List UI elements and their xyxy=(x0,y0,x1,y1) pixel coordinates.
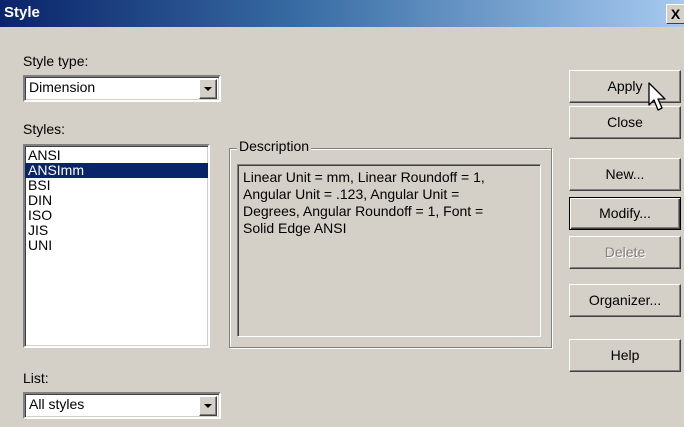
description-line: Degrees, Angular Roundoff = 1, Font = xyxy=(243,203,484,219)
close-button[interactable]: Close xyxy=(569,106,681,139)
style-type-value: Dimension xyxy=(29,79,96,95)
organizer-button[interactable]: Organizer... xyxy=(569,284,681,317)
list-filter-value: All styles xyxy=(29,396,85,412)
description-text: Linear Unit = mm, Linear Roundoff = 1, A… xyxy=(237,164,541,337)
styles-list[interactable]: ANSI ANSImm BSI DIN ISO JIS UNI xyxy=(23,144,210,348)
list-item[interactable]: JIS xyxy=(25,223,208,238)
list-filter-select[interactable]: All styles xyxy=(23,392,221,419)
list-item[interactable]: ANSI xyxy=(25,148,208,163)
style-type-label: Style type: xyxy=(23,53,89,69)
title-bar[interactable]: Style X xyxy=(0,0,684,27)
new-button[interactable]: New... xyxy=(569,158,681,191)
list-item[interactable]: BSI xyxy=(25,178,208,193)
list-item[interactable]: UNI xyxy=(25,238,208,253)
list-item[interactable]: DIN xyxy=(25,193,208,208)
list-item[interactable]: ISO xyxy=(25,208,208,223)
description-title: Description xyxy=(237,138,312,154)
description-line: Solid Edge ANSI xyxy=(243,220,347,236)
style-type-select[interactable]: Dimension xyxy=(23,75,221,102)
chevron-down-icon[interactable] xyxy=(199,396,217,416)
list-label: List: xyxy=(23,370,49,386)
list-item-selected[interactable]: ANSImm xyxy=(25,163,208,178)
description-line: Angular Unit = .123, Angular Unit = xyxy=(243,186,460,202)
delete-button[interactable]: Delete xyxy=(569,236,681,269)
help-button[interactable]: Help xyxy=(569,339,681,372)
apply-button[interactable]: Apply xyxy=(569,70,681,103)
style-dialog: Style X Style type: Dimension Styles: AN… xyxy=(0,0,684,427)
dialog-title: Style xyxy=(4,4,40,21)
chevron-down-icon[interactable] xyxy=(199,79,217,99)
styles-label: Styles: xyxy=(23,121,66,137)
modify-button[interactable]: Modify... xyxy=(569,197,681,230)
close-icon[interactable]: X xyxy=(666,4,684,24)
description-line: Linear Unit = mm, Linear Roundoff = 1, xyxy=(243,169,485,185)
